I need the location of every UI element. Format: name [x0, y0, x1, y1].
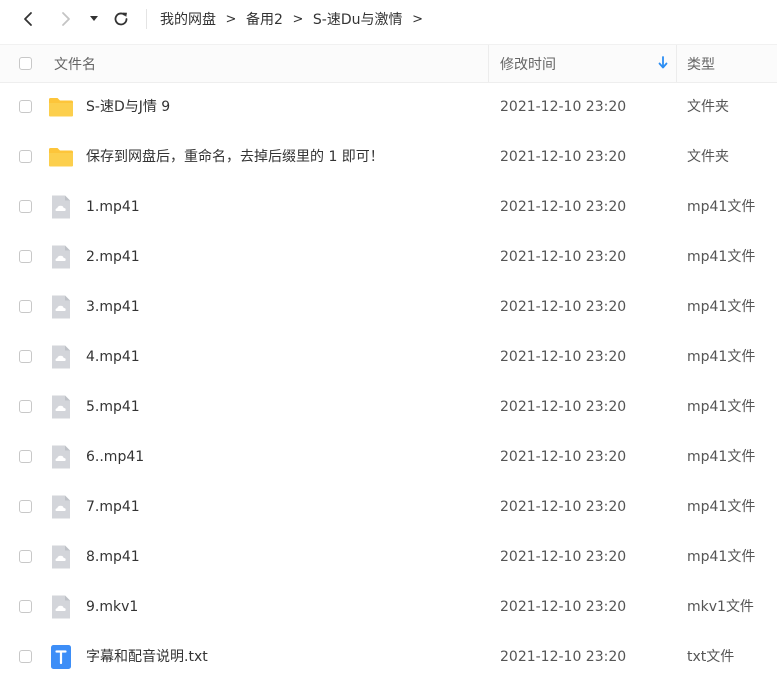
breadcrumb-separator: >: [225, 11, 237, 27]
select-all-checkbox[interactable]: [19, 57, 32, 70]
file-icon: [52, 445, 70, 469]
file-row[interactable]: 9.mkv1 2021-12-10 23:20 mkv1文件: [0, 582, 777, 632]
file-name[interactable]: 6..mp41: [86, 432, 144, 482]
row-checkbox[interactable]: [19, 150, 32, 163]
file-type: mp41文件: [687, 299, 756, 315]
file-name[interactable]: 5.mp41: [86, 382, 140, 432]
file-modified-time: 2021-12-10 23:20: [500, 299, 627, 315]
file-type: mp41文件: [687, 549, 756, 565]
toolbar-divider: [146, 9, 147, 29]
file-modified-time: 2021-12-10 23:20: [500, 249, 627, 265]
file-type: mp41文件: [687, 349, 756, 365]
file-name[interactable]: 8.mp41: [86, 532, 140, 582]
file-modified-time: 2021-12-10 23:20: [500, 499, 627, 515]
file-modified-time: 2021-12-10 23:20: [500, 599, 627, 615]
file-type: mkv1文件: [687, 599, 754, 615]
file-icon: [52, 595, 70, 619]
row-checkbox[interactable]: [19, 500, 32, 513]
file-list-header: 文件名 修改时间 类型: [0, 44, 777, 83]
file-row[interactable]: 1.mp41 2021-12-10 23:20 mp41文件: [0, 182, 777, 232]
file-name[interactable]: S-速D与J情 9: [86, 82, 170, 132]
file-row[interactable]: 2.mp41 2021-12-10 23:20 mp41文件: [0, 232, 777, 282]
column-header-name[interactable]: 文件名: [54, 45, 96, 82]
row-checkbox[interactable]: [19, 550, 32, 563]
row-checkbox[interactable]: [19, 450, 32, 463]
file-icon: [52, 195, 70, 219]
txt-file-icon: [51, 645, 71, 669]
file-row[interactable]: 5.mp41 2021-12-10 23:20 mp41文件: [0, 382, 777, 432]
file-name[interactable]: 保存到网盘后，重命名，去掉后缀里的 1 即可！: [86, 132, 384, 182]
file-type: mp41文件: [687, 199, 756, 215]
column-header-type[interactable]: 类型: [687, 45, 715, 82]
chevron-right-icon: [62, 12, 70, 26]
file-name[interactable]: 9.mkv1: [86, 582, 138, 632]
file-row[interactable]: 8.mp41 2021-12-10 23:20 mp41文件: [0, 532, 777, 582]
breadcrumb-separator: >: [292, 11, 304, 27]
breadcrumb-separator[interactable]: >: [403, 12, 433, 27]
column-divider[interactable]: [676, 45, 677, 82]
file-row[interactable]: 4.mp41 2021-12-10 23:20 mp41文件: [0, 332, 777, 382]
file-type: mp41文件: [687, 249, 756, 265]
file-name[interactable]: 1.mp41: [86, 182, 140, 232]
file-type: 文件夹: [687, 149, 729, 165]
row-checkbox[interactable]: [19, 400, 32, 413]
file-type: mp41文件: [687, 449, 756, 465]
row-checkbox[interactable]: [19, 200, 32, 213]
history-dropdown-button[interactable]: [84, 6, 104, 32]
breadcrumb-item-current[interactable]: S-速Du与激情: [313, 9, 403, 29]
row-checkbox[interactable]: [19, 300, 32, 313]
folder-icon: [49, 98, 73, 117]
refresh-icon: [114, 12, 128, 26]
row-checkbox[interactable]: [19, 350, 32, 363]
breadcrumb-item-backup[interactable]: 备用2: [246, 9, 283, 29]
file-list: S-速D与J情 9 2021-12-10 23:20 文件夹 保存到网盘后，重命…: [0, 82, 777, 682]
file-type: mp41文件: [687, 399, 756, 415]
file-icon: [52, 295, 70, 319]
refresh-button[interactable]: [108, 6, 134, 32]
file-name[interactable]: 2.mp41: [86, 232, 140, 282]
file-modified-time: 2021-12-10 23:20: [500, 199, 627, 215]
row-checkbox[interactable]: [19, 650, 32, 663]
file-icon: [52, 345, 70, 369]
breadcrumb-item-root[interactable]: 我的网盘: [160, 9, 216, 29]
file-row[interactable]: 6..mp41 2021-12-10 23:20 mp41文件: [0, 432, 777, 482]
caret-down-icon: [90, 16, 98, 21]
file-type: 文件夹: [687, 99, 729, 115]
column-divider[interactable]: [488, 45, 489, 82]
file-row[interactable]: S-速D与J情 9 2021-12-10 23:20 文件夹: [0, 82, 777, 132]
folder-icon: [49, 148, 73, 167]
sort-descending-icon[interactable]: [657, 56, 669, 70]
file-modified-time: 2021-12-10 23:20: [500, 549, 627, 565]
file-icon: [52, 495, 70, 519]
chevron-left-icon: [24, 12, 32, 26]
file-row[interactable]: 3.mp41 2021-12-10 23:20 mp41文件: [0, 282, 777, 332]
toolbar: 我的网盘 > 备用2 > S-速Du与激情 >: [0, 0, 777, 38]
file-row[interactable]: 保存到网盘后，重命名，去掉后缀里的 1 即可！ 2021-12-10 23:20…: [0, 132, 777, 182]
row-checkbox[interactable]: [19, 250, 32, 263]
file-modified-time: 2021-12-10 23:20: [500, 349, 627, 365]
file-icon: [52, 545, 70, 569]
file-name[interactable]: 7.mp41: [86, 482, 140, 532]
file-modified-time: 2021-12-10 23:20: [500, 99, 627, 115]
file-row[interactable]: 7.mp41 2021-12-10 23:20 mp41文件: [0, 482, 777, 532]
file-icon: [52, 395, 70, 419]
forward-button[interactable]: [53, 6, 79, 32]
file-icon: [52, 245, 70, 269]
file-name[interactable]: 4.mp41: [86, 332, 140, 382]
breadcrumb: 我的网盘 > 备用2 > S-速Du与激情 >: [160, 0, 433, 38]
row-checkbox[interactable]: [19, 100, 32, 113]
file-modified-time: 2021-12-10 23:20: [500, 449, 627, 465]
file-type: mp41文件: [687, 499, 756, 515]
file-modified-time: 2021-12-10 23:20: [500, 149, 627, 165]
file-name[interactable]: 3.mp41: [86, 282, 140, 332]
file-modified-time: 2021-12-10 23:20: [500, 399, 627, 415]
row-checkbox[interactable]: [19, 600, 32, 613]
column-header-time[interactable]: 修改时间: [500, 45, 556, 82]
back-button[interactable]: [15, 6, 41, 32]
